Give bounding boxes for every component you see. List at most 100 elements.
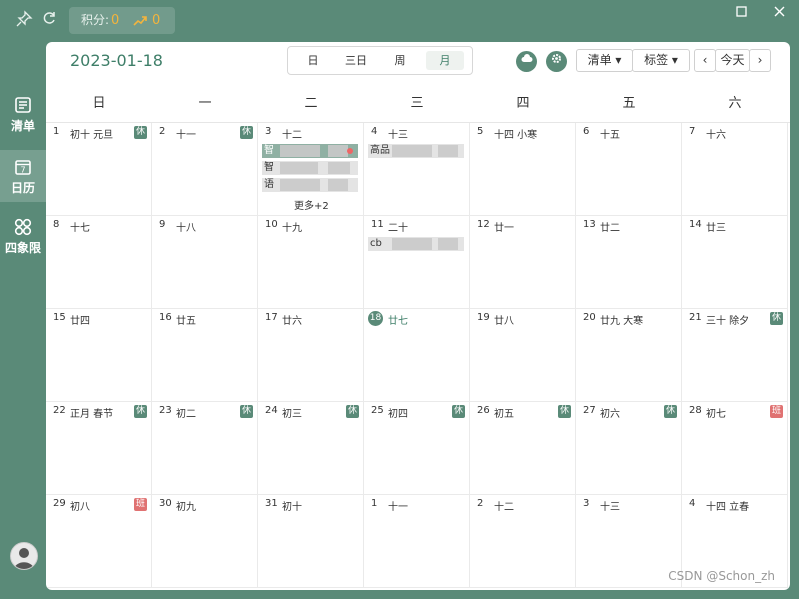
maximize-button[interactable]: [730, 3, 752, 23]
day-cell[interactable]: 20 廿九 大寒: [576, 309, 682, 402]
lunar-date: 十四 小寒: [494, 130, 538, 141]
more-events-link[interactable]: 更多+2: [294, 197, 329, 212]
lunar-date: 十八: [176, 223, 196, 234]
day-cell[interactable]: 11 二十 cb: [364, 216, 470, 309]
day-cell[interactable]: 13 廿二: [576, 216, 682, 309]
lunar-date: 十九: [282, 223, 302, 234]
lunar-date: 廿五: [176, 316, 196, 327]
day-cell[interactable]: 26 初五 休: [470, 402, 576, 495]
holiday-badge: 休: [452, 405, 465, 418]
list-filter-button[interactable]: 清单 ▾: [576, 49, 633, 72]
redacted-text: [392, 238, 432, 250]
sidebar-item-quadrant[interactable]: 四象限: [0, 210, 46, 262]
day-cell[interactable]: 24 初三 休: [258, 402, 364, 495]
calendar-event[interactable]: 智: [262, 161, 358, 175]
sidebar-item-list[interactable]: 清单: [0, 88, 46, 140]
date-number: 23: [159, 405, 172, 416]
close-button[interactable]: [768, 3, 790, 23]
redacted-text: [280, 162, 318, 174]
holiday-badge: 休: [558, 405, 571, 418]
day-cell[interactable]: 10 十九: [258, 216, 364, 309]
day-cell[interactable]: 23 初二 休: [152, 402, 258, 495]
day-cell[interactable]: 30 初九: [152, 495, 258, 588]
day-cell[interactable]: 12 廿一: [470, 216, 576, 309]
day-cell[interactable]: 25 初四 休: [364, 402, 470, 495]
day-cell[interactable]: 31 初十: [258, 495, 364, 588]
lunar-date: 初三: [282, 409, 302, 420]
tab-day[interactable]: 日: [294, 51, 332, 70]
next-month-button[interactable]: ›: [749, 49, 771, 72]
day-cell[interactable]: 1 初十 元旦 休: [46, 123, 152, 216]
day-cell[interactable]: 22 正月 春节 休: [46, 402, 152, 495]
day-cell[interactable]: 16 廿五: [152, 309, 258, 402]
day-cell[interactable]: 18 廿七: [364, 309, 470, 402]
tab-week[interactable]: 周: [381, 51, 419, 70]
day-cell[interactable]: 29 初八 班: [46, 495, 152, 588]
day-cell[interactable]: 21 三十 除夕 休: [682, 309, 788, 402]
date-number: 12: [477, 219, 490, 230]
avatar[interactable]: [10, 542, 38, 570]
weekday-label: 五: [622, 96, 636, 111]
prev-month-button[interactable]: ‹: [694, 49, 716, 72]
pin-icon[interactable]: [14, 10, 34, 30]
score-panel[interactable]: 积分: 0 0: [69, 7, 175, 34]
calendar-event[interactable]: 智: [262, 144, 358, 158]
lunar-date: 廿一: [494, 223, 514, 234]
weekday-label: 日: [92, 96, 106, 111]
event-title: 高品: [370, 145, 390, 156]
lunar-date: 二十: [388, 223, 408, 234]
sync-icon[interactable]: [39, 10, 59, 30]
month-grid: 1 初十 元旦休 2 十一休 3 十二智智语更多+2 4 十三 高品 5 十四 小寒 6 十五 7 十六 8 十…: [46, 122, 790, 590]
day-cell[interactable]: 5 十四 小寒: [470, 123, 576, 216]
sidebar-item-label: 清单: [10, 119, 35, 133]
day-cell[interactable]: 2 十一 休: [152, 123, 258, 216]
day-cell[interactable]: 6 十五: [576, 123, 682, 216]
tag-filter-button[interactable]: 标签 ▾: [632, 49, 690, 72]
date-number: 4: [689, 498, 696, 509]
lunar-date: 廿二: [600, 223, 620, 234]
redacted-text: [280, 179, 320, 191]
day-cell[interactable]: 7 十六: [682, 123, 788, 216]
date-number: 14: [689, 219, 702, 230]
day-cell[interactable]: 15 廿四: [46, 309, 152, 402]
day-cell[interactable]: 19 廿八: [470, 309, 576, 402]
workday-badge: 班: [134, 498, 147, 511]
redacted-text: [280, 145, 320, 157]
tab-month[interactable]: 月: [426, 51, 464, 70]
day-cell[interactable]: 14 廿三: [682, 216, 788, 309]
day-cell[interactable]: 1 十一: [364, 495, 470, 588]
cloud-icon[interactable]: [516, 51, 537, 72]
lunar-date: 初五: [494, 409, 514, 420]
event-title: 智: [264, 145, 274, 156]
date-number: 28: [689, 405, 702, 416]
settings-icon[interactable]: [546, 51, 567, 72]
day-cell[interactable]: 4 十三 高品: [364, 123, 470, 216]
date-number: 29: [53, 498, 66, 509]
day-cell[interactable]: 8 十七: [46, 216, 152, 309]
day-cell[interactable]: 28 初七 班: [682, 402, 788, 495]
view-switcher: 日 三日 周 月: [287, 46, 473, 75]
redacted-text: [328, 145, 348, 157]
day-cell[interactable]: 17 廿六: [258, 309, 364, 402]
calendar-event[interactable]: 语: [262, 178, 358, 192]
event-title: cb: [370, 238, 382, 249]
date-number: 5: [477, 126, 484, 137]
weekday-label: 六: [728, 96, 742, 111]
day-cell[interactable]: 3 十三: [576, 495, 682, 588]
tab-three-day[interactable]: 三日: [337, 51, 375, 70]
sidebar-item-calendar[interactable]: 7 日历: [0, 150, 46, 202]
day-cell[interactable]: 3 十二智智语更多+2: [258, 123, 364, 216]
redacted-text: [438, 238, 458, 250]
lunar-date: 十一: [176, 130, 196, 141]
redacted-text: [328, 179, 348, 191]
today-button[interactable]: 今天: [715, 49, 750, 72]
lunar-date: 正月 春节: [70, 409, 114, 420]
score-label: 积分:: [81, 13, 110, 27]
calendar-event[interactable]: cb: [368, 237, 464, 251]
day-cell[interactable]: 27 初六 休: [576, 402, 682, 495]
calendar-event[interactable]: 高品: [368, 144, 464, 158]
date-number: 21: [689, 312, 702, 323]
day-cell[interactable]: 2 十二: [470, 495, 576, 588]
date-number: 25: [371, 405, 384, 416]
day-cell[interactable]: 9 十八: [152, 216, 258, 309]
